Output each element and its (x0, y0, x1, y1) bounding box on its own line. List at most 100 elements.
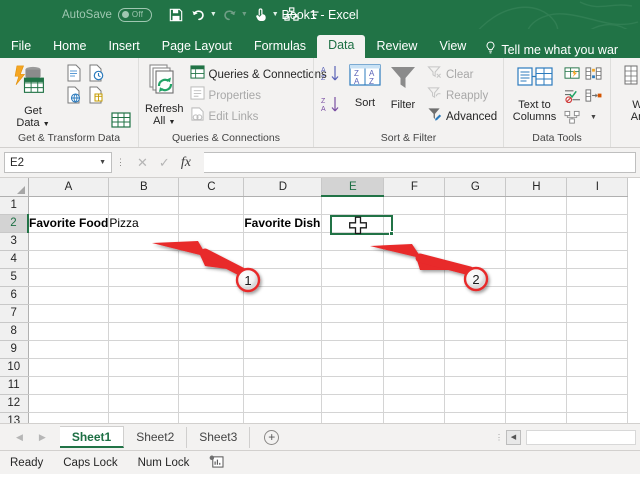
cell-a12[interactable] (28, 394, 110, 413)
cell-c10[interactable] (178, 358, 245, 377)
cell-i9[interactable] (566, 340, 629, 359)
cell-e6[interactable] (321, 286, 385, 305)
cell-c8[interactable] (178, 322, 245, 341)
cell-c11[interactable] (178, 376, 245, 395)
cell-g4[interactable] (444, 250, 507, 269)
cell-e7[interactable] (321, 304, 385, 323)
row-header-13[interactable]: 13 (0, 412, 29, 423)
row-header-9[interactable]: 9 (0, 340, 29, 359)
cell-g13[interactable] (444, 412, 507, 423)
row-header-4[interactable]: 4 (0, 250, 29, 269)
cell-e10[interactable] (321, 358, 385, 377)
column-header-f[interactable]: F (383, 178, 446, 197)
cell-g5[interactable] (444, 268, 507, 287)
cell-c4[interactable] (178, 250, 245, 269)
cell-e12[interactable] (321, 394, 385, 413)
cell-e13[interactable] (321, 412, 385, 423)
from-web-icon[interactable] (63, 84, 85, 106)
cell-f7[interactable] (383, 304, 446, 323)
cell-a13[interactable] (28, 412, 110, 423)
cell-h4[interactable] (505, 250, 568, 269)
cell-a11[interactable] (28, 376, 110, 395)
cell-h8[interactable] (505, 322, 568, 341)
remove-duplicates-icon[interactable] (583, 62, 604, 84)
advanced-filter-button[interactable]: Advanced (424, 106, 500, 127)
cell-c13[interactable] (178, 412, 245, 423)
row-header-8[interactable]: 8 (0, 322, 29, 341)
existing-connections-icon[interactable] (110, 110, 132, 130)
cell-d8[interactable] (243, 322, 323, 341)
autosave-toggle[interactable]: Off (117, 7, 152, 22)
cell-c12[interactable] (178, 394, 245, 413)
cell-g8[interactable] (444, 322, 507, 341)
cell-b2[interactable]: Pizza (108, 214, 180, 233)
sort-ascending-icon[interactable]: AZ (320, 65, 342, 88)
cell-h1[interactable] (505, 196, 568, 215)
cell-h7[interactable] (505, 304, 568, 323)
customize-qat-icon[interactable] (305, 5, 325, 25)
cell-f9[interactable] (383, 340, 446, 359)
hierarchy-icon[interactable] (282, 5, 302, 25)
name-box[interactable]: E2 ▼ (4, 152, 112, 173)
column-header-e[interactable]: E (321, 178, 385, 197)
cell-f2[interactable] (383, 214, 446, 233)
cell-c2[interactable] (178, 214, 245, 233)
cell-g11[interactable] (444, 376, 507, 395)
row-header-11[interactable]: 11 (0, 376, 29, 395)
column-header-d[interactable]: D (243, 178, 323, 197)
cell-d12[interactable] (243, 394, 323, 413)
cell-d4[interactable] (243, 250, 323, 269)
cell-b11[interactable] (108, 376, 180, 395)
cell-g6[interactable] (444, 286, 507, 305)
cell-a8[interactable] (28, 322, 110, 341)
text-to-columns-button[interactable]: Text to Columns (510, 62, 559, 123)
cell-h2[interactable] (505, 214, 568, 233)
cell-g10[interactable] (444, 358, 507, 377)
row-header-10[interactable]: 10 (0, 358, 29, 377)
cell-e8[interactable] (321, 322, 385, 341)
cell-h10[interactable] (505, 358, 568, 377)
tab-page-layout[interactable]: Page Layout (151, 36, 243, 59)
scrollbar-track[interactable] (526, 429, 636, 445)
tab-file[interactable]: File (0, 36, 42, 59)
undo-dropdown-icon[interactable]: ▼ (210, 11, 217, 18)
data-validation-icon[interactable] (562, 84, 583, 106)
cell-d3[interactable] (243, 232, 323, 251)
tab-home[interactable]: Home (42, 36, 97, 59)
cell-d5[interactable] (243, 268, 323, 287)
cell-d1[interactable] (243, 196, 323, 215)
redo-dropdown-icon[interactable]: ▼ (241, 11, 248, 18)
cell-h12[interactable] (505, 394, 568, 413)
cell-i12[interactable] (566, 394, 629, 413)
cell-b3[interactable] (108, 232, 180, 251)
cell-c9[interactable] (178, 340, 245, 359)
from-table-range-icon[interactable] (85, 84, 107, 106)
column-header-b[interactable]: B (108, 178, 180, 197)
from-text-csv-icon[interactable] (63, 62, 85, 84)
cell-a4[interactable] (28, 250, 110, 269)
fill-handle[interactable] (389, 231, 394, 236)
cell-b4[interactable] (108, 250, 180, 269)
scrollbar-grip[interactable]: ⋮ (495, 433, 503, 441)
row-header-12[interactable]: 12 (0, 394, 29, 413)
cell-i6[interactable] (566, 286, 629, 305)
nav-next-icon[interactable]: ▶ (39, 432, 46, 443)
cell-a7[interactable] (28, 304, 110, 323)
cell-e5[interactable] (321, 268, 385, 287)
sheet-tab-sheet1[interactable]: Sheet1 (59, 426, 125, 448)
cell-h5[interactable] (505, 268, 568, 287)
cell-h9[interactable] (505, 340, 568, 359)
cell-i8[interactable] (566, 322, 629, 341)
sort-button[interactable]: ZAAZ Sort (348, 62, 382, 109)
tab-review[interactable]: Review (365, 36, 428, 59)
row-header-1[interactable]: 1 (0, 196, 29, 215)
cell-f12[interactable] (383, 394, 446, 413)
row-header-7[interactable]: 7 (0, 304, 29, 323)
save-icon[interactable] (166, 5, 186, 25)
cell-c5[interactable] (178, 268, 245, 287)
cell-b7[interactable] (108, 304, 180, 323)
cell-e4[interactable] (321, 250, 385, 269)
autosave-control[interactable]: AutoSave Off (62, 7, 152, 22)
cell-b13[interactable] (108, 412, 180, 423)
cell-h3[interactable] (505, 232, 568, 251)
